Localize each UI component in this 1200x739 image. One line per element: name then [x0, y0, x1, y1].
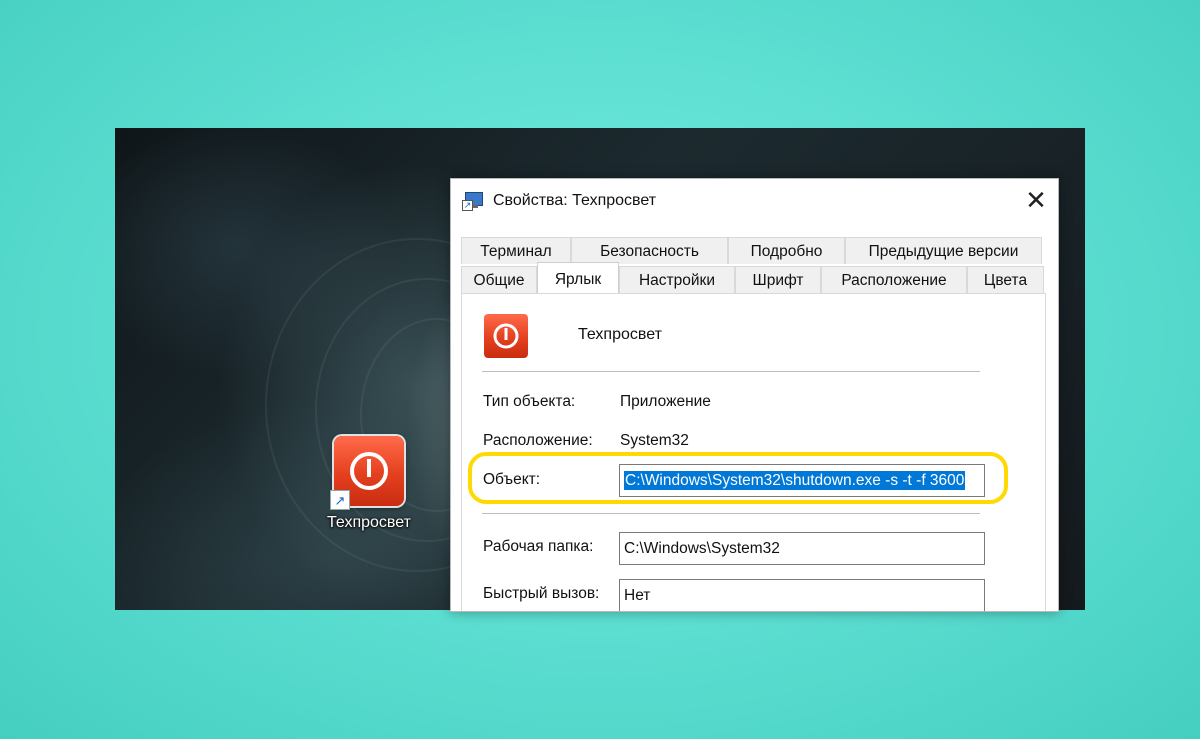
tab-row-back: Терминал Безопасность Подробно Предыдущи…: [461, 237, 1042, 264]
tab-colors[interactable]: Цвета: [967, 266, 1044, 293]
tab-row-front: Общие Ярлык Настройки Шрифт Расположение…: [461, 262, 1044, 293]
power-icon: ↗: [330, 436, 404, 510]
tab-layout[interactable]: Расположение: [821, 266, 967, 293]
start-in-field[interactable]: C:\Windows\System32: [619, 532, 985, 565]
shortcut-tab-panel: Техпросвет Тип объекта: Приложение Распо…: [461, 293, 1046, 611]
tab-options[interactable]: Настройки: [619, 266, 735, 293]
close-icon[interactable]: ✕: [1022, 187, 1050, 215]
tab-general[interactable]: Общие: [461, 266, 537, 293]
shortcut-properties-icon: ↗: [462, 191, 484, 211]
tab-shortcut[interactable]: Ярлык: [537, 262, 619, 293]
divider: [482, 513, 980, 514]
power-icon: [484, 314, 528, 358]
properties-dialog: ↗ Свойства: Техпросвет ✕ Терминал Безопа…: [450, 178, 1059, 612]
location-value: System32: [620, 432, 689, 449]
target-highlight-ring: [468, 452, 1008, 504]
tab-security[interactable]: Безопасность: [571, 237, 728, 264]
tab-font[interactable]: Шрифт: [735, 266, 821, 293]
target-type-label: Тип объекта:: [483, 393, 576, 410]
target-type-value: Приложение: [620, 393, 711, 410]
tab-previous-versions[interactable]: Предыдущие версии: [845, 237, 1042, 264]
hotkey-field[interactable]: Нет: [619, 579, 985, 611]
tab-terminal[interactable]: Терминал: [461, 237, 571, 264]
shortcut-name: Техпросвет: [578, 326, 662, 343]
desktop-shortcut-label: Техпросвет: [327, 514, 411, 531]
hotkey-label: Быстрый вызов:: [483, 585, 600, 602]
divider: [482, 371, 980, 372]
shortcut-arrow-icon: ↗: [330, 490, 350, 510]
title-bar[interactable]: ↗ Свойства: Техпросвет ✕: [451, 179, 1058, 223]
tab-details[interactable]: Подробно: [728, 237, 845, 264]
desktop-shortcut-techprosvet[interactable]: ↗ Техпросвет: [315, 436, 423, 532]
location-label: Расположение:: [483, 432, 593, 449]
dialog-title: Свойства: Техпросвет: [493, 192, 657, 209]
start-in-label: Рабочая папка:: [483, 538, 594, 555]
